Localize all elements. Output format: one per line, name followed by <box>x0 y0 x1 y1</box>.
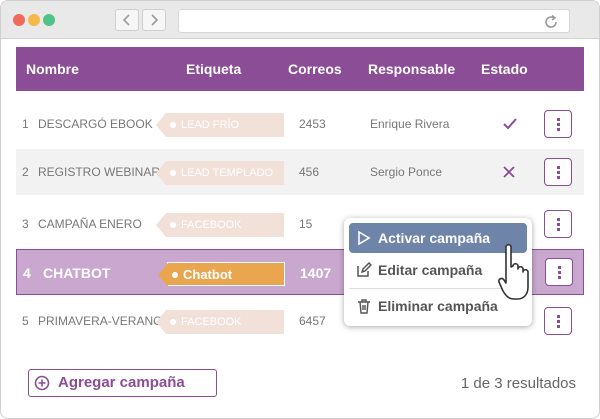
header-etiqueta[interactable]: Etiqueta <box>186 47 241 91</box>
maximize-window-dot[interactable] <box>43 14 55 26</box>
tag-text: LEAD FRÍO <box>181 119 240 131</box>
close-window-dot[interactable] <box>13 14 25 26</box>
row-name: REGISTRO WEBINAR <box>38 165 161 179</box>
address-bar[interactable] <box>178 9 570 33</box>
browser-window: Nombre Etiqueta Correos Responsable Esta… <box>0 0 600 419</box>
row-owner: Enrique Rivera <box>370 117 450 131</box>
menu-item-label: Activar campaña <box>378 230 491 246</box>
menu-item-label: Eliminar campaña <box>378 298 498 314</box>
header-correos[interactable]: Correos <box>288 47 342 91</box>
reload-icon[interactable] <box>543 14 559 30</box>
row-name: PRIMAVERA-VERANO <box>38 314 163 328</box>
row-menu-button[interactable] <box>544 158 572 186</box>
row-emails: 6457 <box>299 314 326 328</box>
table-row[interactable]: 1 DESCARGÓ EBOOK LEAD FRÍO 2453 Enrique … <box>16 101 584 147</box>
chevron-left-icon <box>122 14 130 26</box>
tag-hole-icon <box>172 272 178 278</box>
tag-text: FACEBOOK <box>181 219 242 231</box>
tag-text: FACEBOOK <box>181 316 242 328</box>
play-icon <box>358 230 371 246</box>
hand-cursor-icon <box>498 243 529 300</box>
table-row[interactable]: 2 REGISTRO WEBINAR LEAD TEMPLADO 456 Ser… <box>16 149 584 195</box>
trash-icon <box>358 299 370 314</box>
row-emails: 2453 <box>299 117 326 131</box>
row-number: 1 <box>22 117 29 131</box>
row-emails: 15 <box>299 217 313 231</box>
forward-button[interactable] <box>142 9 166 31</box>
tag-hole-icon <box>170 319 176 325</box>
header-nombre[interactable]: Nombre <box>26 47 79 91</box>
check-icon <box>503 101 517 147</box>
row-owner: Sergio Ponce <box>370 165 443 179</box>
menu-item-label: Editar campaña <box>378 262 483 278</box>
tag-label[interactable]: Chatbot <box>158 262 285 287</box>
row-name: CAMPAÑA ENERO <box>38 217 142 231</box>
plus-circle-icon <box>34 375 50 391</box>
row-number: 4 <box>23 265 31 281</box>
row-emails: 1407 <box>300 265 332 281</box>
tag-label[interactable]: FACEBOOK <box>156 310 284 334</box>
row-menu-button[interactable] <box>545 258 573 286</box>
tag-label[interactable]: LEAD FRÍO <box>156 113 284 137</box>
edit-icon <box>357 262 372 277</box>
add-campaign-label: Agregar campaña <box>58 374 185 391</box>
row-number: 2 <box>22 165 29 179</box>
row-number: 5 <box>22 314 29 328</box>
row-emails: 456 <box>299 165 320 179</box>
cross-icon <box>503 149 517 195</box>
tag-label[interactable]: LEAD TEMPLADO <box>156 161 284 185</box>
row-number: 3 <box>22 217 29 231</box>
tag-hole-icon <box>170 122 176 128</box>
tag-text: Chatbot <box>183 267 233 282</box>
header-estado[interactable]: Estado <box>481 47 528 91</box>
table-header: Nombre Etiqueta Correos Responsable Esta… <box>16 47 584 91</box>
browser-toolbar <box>1 1 599 39</box>
row-menu-button[interactable] <box>544 110 572 138</box>
back-button[interactable] <box>115 9 139 31</box>
row-name: CHATBOT <box>43 265 111 281</box>
tag-hole-icon <box>170 222 176 228</box>
row-menu-button[interactable] <box>544 210 572 238</box>
tag-text: LEAD TEMPLADO <box>181 167 274 179</box>
chevron-right-icon <box>151 14 159 26</box>
minimize-window-dot[interactable] <box>28 14 40 26</box>
row-name: DESCARGÓ EBOOK <box>38 117 153 131</box>
header-responsable[interactable]: Responsable <box>368 47 455 91</box>
tag-label[interactable]: FACEBOOK <box>156 213 284 237</box>
results-count: 1 de 3 resultados <box>460 375 576 392</box>
tag-hole-icon <box>170 170 176 176</box>
row-menu-button[interactable] <box>544 307 572 335</box>
add-campaign-button[interactable]: Agregar campaña <box>28 369 217 397</box>
